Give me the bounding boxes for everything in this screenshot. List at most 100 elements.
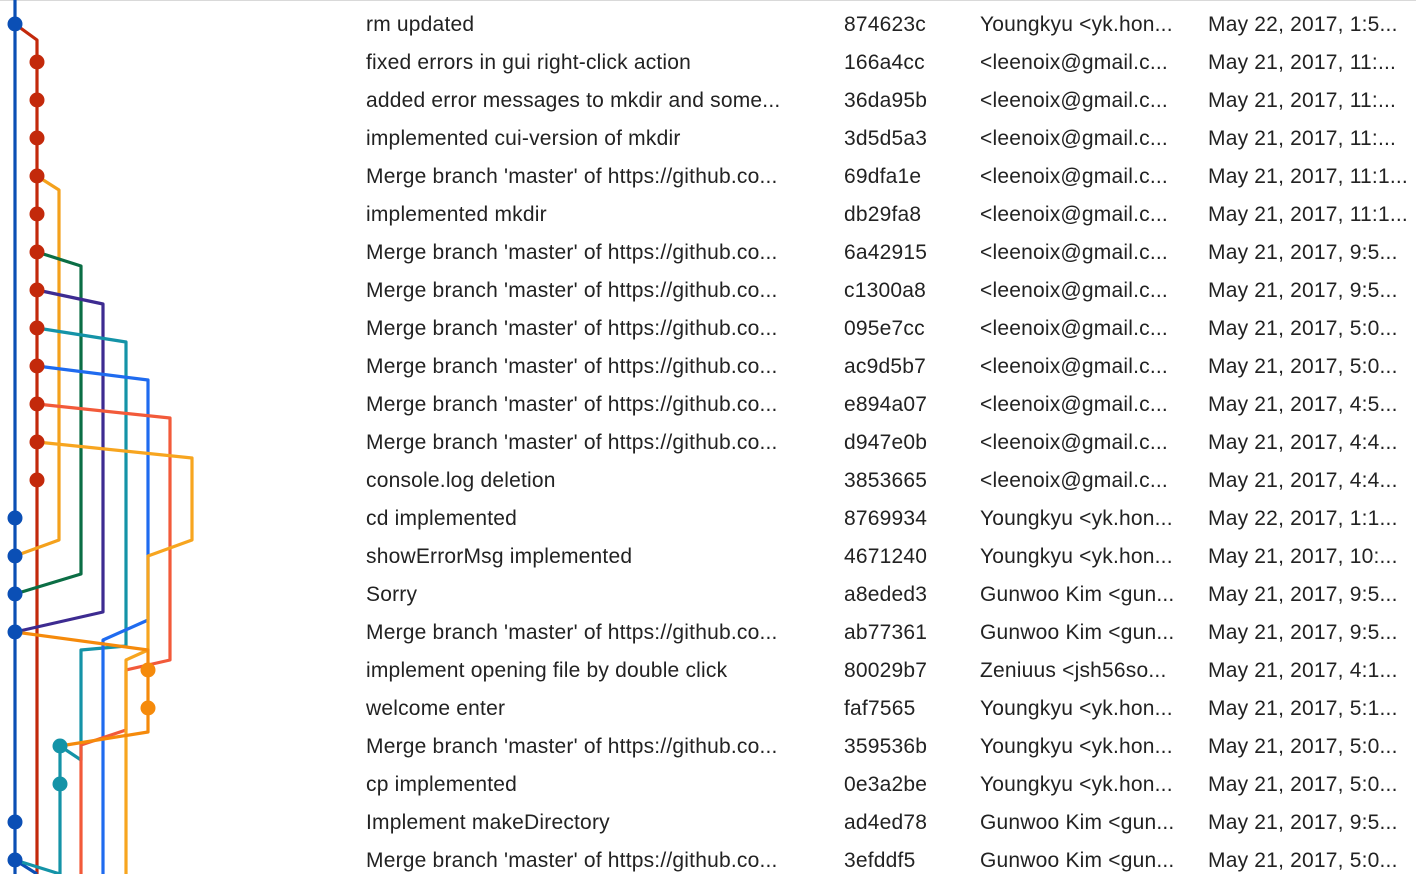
commit-message: Merge branch 'master' of https://github.… [366,735,778,758]
commit-author: Youngkyu <yk.hon... [980,545,1173,568]
commit-author: Gunwoo Kim <gun... [980,849,1175,872]
commit-message: implement opening file by double click [366,659,728,682]
commit-row[interactable]: Merge branch 'master' of https://github.… [0,386,1416,424]
commit-author: <leenoix@gmail.c... [980,355,1168,378]
commit-row[interactable]: implement opening file by double click 80… [0,652,1416,690]
commit-row[interactable]: cd implemented 8769934 Youngkyu <yk.hon...… [0,500,1416,538]
commit-row[interactable]: implemented cui-version of mkdir 3d5d5a3 … [0,120,1416,158]
commit-row[interactable]: Merge branch 'master' of https://github.… [0,842,1416,880]
commit-message: Merge branch 'master' of https://github.… [366,279,778,302]
commit-row[interactable]: Merge branch 'master' of https://github.… [0,728,1416,766]
commit-author: Youngkyu <yk.hon... [980,773,1173,796]
commit-row[interactable]: Merge branch 'master' of https://github.… [0,424,1416,462]
commit-author: <leenoix@gmail.c... [980,393,1168,416]
commit-date: May 21, 2017, 5:1... [1208,697,1398,720]
commit-message: added error messages to mkdir and some..… [366,89,781,112]
commit-date: May 21, 2017, 5:0... [1208,849,1398,872]
commit-row[interactable]: added error messages to mkdir and some..… [0,82,1416,120]
commit-hash: 80029b7 [844,659,928,682]
commit-author: <leenoix@gmail.c... [980,203,1168,226]
commit-message: rm updated [366,13,475,36]
commit-row[interactable]: welcome enter faf7565 Youngkyu <yk.hon... M… [0,690,1416,728]
commit-date: May 21, 2017, 5:0... [1208,317,1398,340]
commit-hash: 8769934 [844,507,928,530]
commit-author: <leenoix@gmail.c... [980,127,1168,150]
commit-row[interactable]: Sorry a8eded3 Gunwoo Kim <gun... May 21, 20… [0,576,1416,614]
commit-message: console.log deletion [366,469,556,492]
commit-message: fixed errors in gui right-click action [366,51,692,74]
commit-date: May 22, 2017, 1:1... [1208,507,1398,530]
commit-date: May 21, 2017, 11:1... [1208,203,1408,226]
commit-hash: ac9d5b7 [844,355,926,378]
commit-row[interactable]: Merge branch 'master' of https://github.… [0,158,1416,196]
commit-author: <leenoix@gmail.c... [980,469,1168,492]
commit-date: May 21, 2017, 5:0... [1208,735,1398,758]
commit-message: Sorry [366,583,418,606]
commit-hash: 0e3a2be [844,773,928,796]
commit-hash: 166a4cc [844,51,925,74]
commit-row[interactable]: Merge branch 'master' of https://github.… [0,310,1416,348]
commit-hash: db29fa8 [844,203,922,226]
commit-hash: faf7565 [844,697,916,720]
commit-message: Merge branch 'master' of https://github.… [366,621,778,644]
commit-row[interactable]: showErrorMsg implemented 4671240 Youngkyu … [0,538,1416,576]
commit-date: May 21, 2017, 9:5... [1208,279,1398,302]
commit-author: <leenoix@gmail.c... [980,51,1168,74]
commit-date: May 21, 2017, 4:4... [1208,431,1398,454]
commit-row[interactable]: Merge branch 'master' of https://github.… [0,348,1416,386]
commit-row[interactable]: implemented mkdir db29fa8 <leenoix@gmail.… [0,196,1416,234]
commit-row[interactable]: Merge branch 'master' of https://github.… [0,272,1416,310]
commit-author: Youngkyu <yk.hon... [980,507,1173,530]
commit-message: Merge branch 'master' of https://github.… [366,849,778,872]
commit-message: cp implemented [366,773,518,796]
commit-message: Merge branch 'master' of https://github.… [366,393,778,416]
commit-hash: 6a42915 [844,241,928,264]
commit-date: May 21, 2017, 9:5... [1208,811,1398,834]
commit-hash: c1300a8 [844,279,926,302]
commit-row[interactable]: Merge branch 'master' of https://github.… [0,234,1416,272]
commit-author: Youngkyu <yk.hon... [980,697,1173,720]
commit-author: <leenoix@gmail.c... [980,317,1168,340]
commit-hash: a8eded3 [844,583,928,606]
commit-message: Merge branch 'master' of https://github.… [366,317,778,340]
commit-date: May 21, 2017, 11:1... [1208,165,1408,188]
commit-date: May 21, 2017, 11:... [1208,127,1397,150]
commit-row[interactable]: Implement makeDirectory ad4ed78 Gunwoo Kim… [0,804,1416,842]
commit-author: Youngkyu <yk.hon... [980,735,1173,758]
commit-message: cd implemented [366,507,518,530]
commit-message: implemented mkdir [366,203,547,226]
commit-date: May 21, 2017, 4:4... [1208,469,1398,492]
commit-author: <leenoix@gmail.c... [980,431,1168,454]
commit-message: showErrorMsg implemented [366,545,633,568]
commit-author: <leenoix@gmail.c... [980,165,1168,188]
commit-row[interactable]: Merge branch 'master' of https://github.… [0,614,1416,652]
commit-hash: e894a07 [844,393,928,416]
commit-hash: 3efddf5 [844,849,916,872]
commit-date: May 21, 2017, 4:1... [1208,659,1398,682]
commit-hash: ab77361 [844,621,928,644]
commit-date: May 21, 2017, 10:... [1208,545,1398,568]
commit-author: <leenoix@gmail.c... [980,89,1168,112]
commit-date: May 21, 2017, 5:0... [1208,773,1398,796]
commit-author: Zeniuus <jsh56so... [980,659,1167,682]
commit-row[interactable]: fixed errors in gui right-click action 16… [0,44,1416,82]
commit-row[interactable]: console.log deletion 3853665 <leenoix@gma… [0,462,1416,500]
commit-hash: 3d5d5a3 [844,127,928,150]
commit-hash: 69dfa1e [844,165,922,188]
commit-author: <leenoix@gmail.c... [980,241,1168,264]
commit-author: <leenoix@gmail.c... [980,279,1168,302]
commit-message: implemented cui-version of mkdir [366,127,681,150]
commit-row[interactable]: rm updated 874623c Youngkyu <yk.hon... May … [0,6,1416,44]
commit-hash: 095e7cc [844,317,925,340]
commit-message: Implement makeDirectory [366,811,610,834]
commit-message: welcome enter [366,697,506,720]
commit-hash: d947e0b [844,431,928,454]
commit-date: May 21, 2017, 9:5... [1208,241,1398,264]
commit-date: May 21, 2017, 11:... [1208,51,1397,74]
commit-message: Merge branch 'master' of https://github.… [366,165,778,188]
commit-author: Gunwoo Kim <gun... [980,583,1175,606]
commit-row[interactable]: cp implemented 0e3a2be Youngkyu <yk.hon...… [0,766,1416,804]
commit-date: May 21, 2017, 9:5... [1208,583,1398,606]
commit-author: Youngkyu <yk.hon... [980,13,1173,36]
commit-hash: ad4ed78 [844,811,928,834]
